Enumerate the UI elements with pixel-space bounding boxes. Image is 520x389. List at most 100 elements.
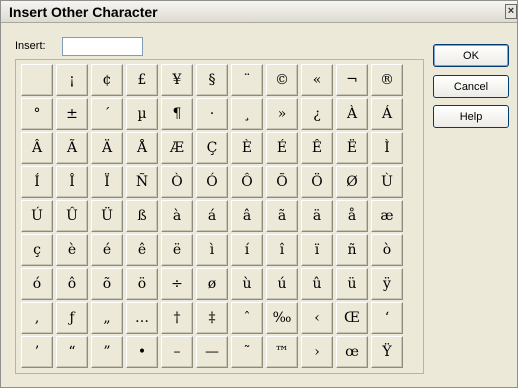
character-cell[interactable]: Ê	[301, 132, 333, 164]
character-cell[interactable]: ©	[266, 64, 298, 96]
character-cell[interactable]: õ	[91, 268, 123, 300]
character-cell[interactable]: ´	[91, 98, 123, 130]
character-cell[interactable]: Ë	[336, 132, 368, 164]
character-cell[interactable]: ‹	[301, 302, 333, 334]
character-cell[interactable]: ®	[371, 64, 403, 96]
character-cell[interactable]: è	[56, 234, 88, 266]
character-cell[interactable]: ¥	[161, 64, 193, 96]
character-cell[interactable]: á	[196, 200, 228, 232]
character-cell[interactable]: ˜	[231, 336, 263, 368]
character-cell[interactable]: ÿ	[371, 268, 403, 300]
character-cell[interactable]: ™	[266, 336, 298, 368]
character-cell[interactable]: ‰	[266, 302, 298, 334]
character-cell[interactable]: ö	[126, 268, 158, 300]
character-cell[interactable]: Æ	[161, 132, 193, 164]
character-cell[interactable]: µ	[126, 98, 158, 130]
character-cell[interactable]: ‘	[371, 302, 403, 334]
character-cell[interactable]: Ú	[21, 200, 53, 232]
character-cell[interactable]: Í	[21, 166, 53, 198]
character-cell[interactable]: ˆ	[231, 302, 263, 334]
character-cell[interactable]: —	[196, 336, 228, 368]
character-cell[interactable]: ù	[231, 268, 263, 300]
character-cell[interactable]: Ó	[196, 166, 228, 198]
character-cell[interactable]: ÷	[161, 268, 193, 300]
character-cell[interactable]	[21, 64, 53, 96]
character-cell[interactable]: Ö	[301, 166, 333, 198]
character-cell[interactable]: ¶	[161, 98, 193, 130]
character-cell[interactable]: î	[266, 234, 298, 266]
character-cell[interactable]: ·	[196, 98, 228, 130]
character-cell[interactable]: ï	[301, 234, 333, 266]
character-cell[interactable]: æ	[371, 200, 403, 232]
character-cell[interactable]: ‚	[21, 302, 53, 334]
character-cell[interactable]: Á	[371, 98, 403, 130]
character-cell[interactable]: …	[126, 302, 158, 334]
character-cell[interactable]: ä	[301, 200, 333, 232]
character-cell[interactable]: Ä	[91, 132, 123, 164]
ok-button[interactable]: OK	[433, 44, 509, 67]
character-cell[interactable]: é	[91, 234, 123, 266]
cancel-button[interactable]: Cancel	[433, 75, 509, 98]
character-cell[interactable]: ›	[301, 336, 333, 368]
character-cell[interactable]: ¢	[91, 64, 123, 96]
character-cell[interactable]: «	[301, 64, 333, 96]
character-cell[interactable]: À	[336, 98, 368, 130]
character-cell[interactable]: Ï	[91, 166, 123, 198]
character-cell[interactable]: „	[91, 302, 123, 334]
character-cell[interactable]: §	[196, 64, 228, 96]
character-cell[interactable]: Õ	[266, 166, 298, 198]
character-cell[interactable]: ò	[371, 234, 403, 266]
character-cell[interactable]: ß	[126, 200, 158, 232]
character-cell[interactable]: í	[231, 234, 263, 266]
close-icon[interactable]: ×	[505, 4, 517, 19]
character-cell[interactable]: ô	[56, 268, 88, 300]
character-cell[interactable]: Â	[21, 132, 53, 164]
character-cell[interactable]: “	[56, 336, 88, 368]
character-cell[interactable]: Û	[56, 200, 88, 232]
character-cell[interactable]: â	[231, 200, 263, 232]
character-cell[interactable]: û	[301, 268, 333, 300]
character-cell[interactable]: Å	[126, 132, 158, 164]
character-cell[interactable]: •	[126, 336, 158, 368]
character-cell[interactable]: ¨	[231, 64, 263, 96]
character-cell[interactable]: ’	[21, 336, 53, 368]
character-cell[interactable]: ó	[21, 268, 53, 300]
character-cell[interactable]: Ü	[91, 200, 123, 232]
character-cell[interactable]: ±	[56, 98, 88, 130]
character-cell[interactable]: ü	[336, 268, 368, 300]
character-cell[interactable]: ê	[126, 234, 158, 266]
character-cell[interactable]: ë	[161, 234, 193, 266]
character-cell[interactable]: ú	[266, 268, 298, 300]
character-cell[interactable]: É	[266, 132, 298, 164]
character-cell[interactable]: Î	[56, 166, 88, 198]
help-button[interactable]: Help	[433, 105, 509, 128]
character-cell[interactable]: œ	[336, 336, 368, 368]
character-cell[interactable]: Ÿ	[371, 336, 403, 368]
character-cell[interactable]: È	[231, 132, 263, 164]
character-cell[interactable]: ‡	[196, 302, 228, 334]
character-cell[interactable]: ƒ	[56, 302, 88, 334]
character-cell[interactable]: Ù	[371, 166, 403, 198]
character-cell[interactable]: ç	[21, 234, 53, 266]
character-cell[interactable]: –	[161, 336, 193, 368]
character-cell[interactable]: »	[266, 98, 298, 130]
character-cell[interactable]: ñ	[336, 234, 368, 266]
character-cell[interactable]: £	[126, 64, 158, 96]
character-cell[interactable]: ¡	[56, 64, 88, 96]
character-cell[interactable]: °	[21, 98, 53, 130]
character-cell[interactable]: Ô	[231, 166, 263, 198]
character-cell[interactable]: †	[161, 302, 193, 334]
character-cell[interactable]: ¿	[301, 98, 333, 130]
character-cell[interactable]: Ì	[371, 132, 403, 164]
character-cell[interactable]: Ã	[56, 132, 88, 164]
character-cell[interactable]: ¬	[336, 64, 368, 96]
character-cell[interactable]: å	[336, 200, 368, 232]
character-cell[interactable]: ”	[91, 336, 123, 368]
character-cell[interactable]: ì	[196, 234, 228, 266]
character-cell[interactable]: Ñ	[126, 166, 158, 198]
character-cell[interactable]: à	[161, 200, 193, 232]
title-bar[interactable]: Insert Other Character ×	[1, 1, 517, 23]
character-cell[interactable]: Ò	[161, 166, 193, 198]
character-cell[interactable]: Œ	[336, 302, 368, 334]
insert-input[interactable]	[62, 37, 143, 56]
